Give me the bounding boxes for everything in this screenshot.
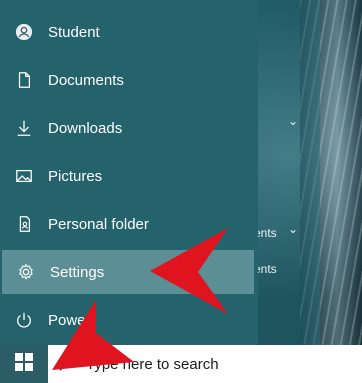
folder-icon (0, 202, 48, 246)
start-item-settings[interactable]: Settings (2, 250, 254, 294)
download-icon (0, 106, 48, 150)
start-item-personal-folder[interactable]: Personal folder (0, 202, 258, 246)
power-icon (0, 298, 48, 342)
picture-icon (0, 154, 48, 198)
taskbar-search-box[interactable]: Type here to search (48, 345, 362, 383)
start-item-downloads[interactable]: Downloads (0, 106, 258, 150)
start-item-label: Personal folder (48, 215, 149, 233)
start-item-documents[interactable]: Documents (0, 58, 258, 102)
search-icon (48, 345, 86, 383)
start-button[interactable] (0, 345, 48, 383)
windows-logo-icon (15, 352, 33, 376)
chevron-down-icon[interactable]: ⌄ (288, 114, 298, 128)
start-item-label: Power (48, 311, 91, 329)
chevron-down-icon[interactable]: ⌄ (288, 222, 298, 236)
start-menu-left-rail: Student Documents Downloads Pictures Per… (0, 0, 258, 345)
start-item-power[interactable]: Power (0, 298, 258, 342)
start-item-label: Student (48, 23, 100, 41)
start-item-label: Pictures (48, 167, 103, 185)
user-avatar-icon (0, 10, 48, 54)
start-item-label: Downloads (48, 119, 123, 137)
gear-icon (2, 250, 50, 294)
start-item-user[interactable]: Student (0, 10, 258, 54)
start-item-label: Documents (48, 71, 124, 89)
start-item-pictures[interactable]: Pictures (0, 154, 258, 198)
tiles-panel: ⌄ ents ⌄ ents (254, 0, 320, 345)
document-icon (0, 58, 48, 102)
search-placeholder: Type here to search (86, 355, 219, 373)
start-item-label: Settings (50, 263, 105, 281)
